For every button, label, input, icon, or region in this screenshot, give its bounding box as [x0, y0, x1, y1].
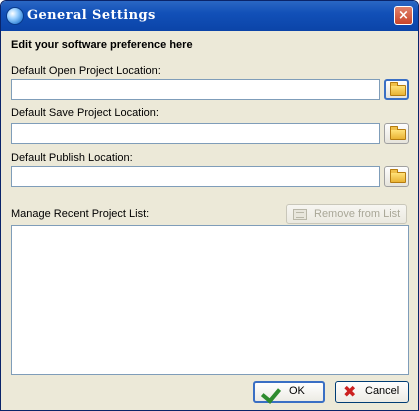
cancel-button[interactable]: ✖ Cancel	[335, 381, 409, 403]
remove-from-list-label: Remove from List	[314, 208, 401, 220]
settings-heading: Edit your software preference here	[11, 39, 193, 51]
open-location-input[interactable]	[11, 79, 380, 100]
ok-label: OK	[289, 385, 305, 397]
recent-projects-list[interactable]	[11, 225, 409, 375]
browse-save-location-button[interactable]	[384, 123, 409, 144]
globe-icon	[6, 7, 24, 25]
close-button[interactable]: ×	[394, 6, 413, 25]
cancel-label: Cancel	[365, 385, 400, 397]
remove-list-icon	[293, 209, 307, 220]
browse-publish-location-button[interactable]	[384, 166, 409, 187]
cross-icon: ✖	[343, 382, 357, 401]
general-settings-dialog: General Settings × Edit your software pr…	[0, 0, 419, 411]
window-title: General Settings	[27, 8, 156, 23]
save-location-label: Default Save Project Location:	[11, 107, 159, 119]
folder-icon	[390, 82, 406, 96]
remove-from-list-button[interactable]: Remove from List	[286, 204, 407, 224]
publish-location-label: Default Publish Location:	[11, 152, 133, 164]
folder-icon	[390, 126, 406, 140]
save-location-input[interactable]	[11, 123, 380, 144]
folder-icon	[390, 169, 406, 183]
ok-button[interactable]: OK	[253, 381, 325, 404]
publish-location-input[interactable]	[11, 166, 380, 187]
title-bar[interactable]: General Settings ×	[1, 1, 418, 31]
open-location-label: Default Open Project Location:	[11, 65, 161, 77]
recent-list-label: Manage Recent Project List:	[11, 208, 150, 220]
checkmark-icon	[260, 383, 282, 404]
browse-open-location-button[interactable]	[384, 79, 409, 100]
